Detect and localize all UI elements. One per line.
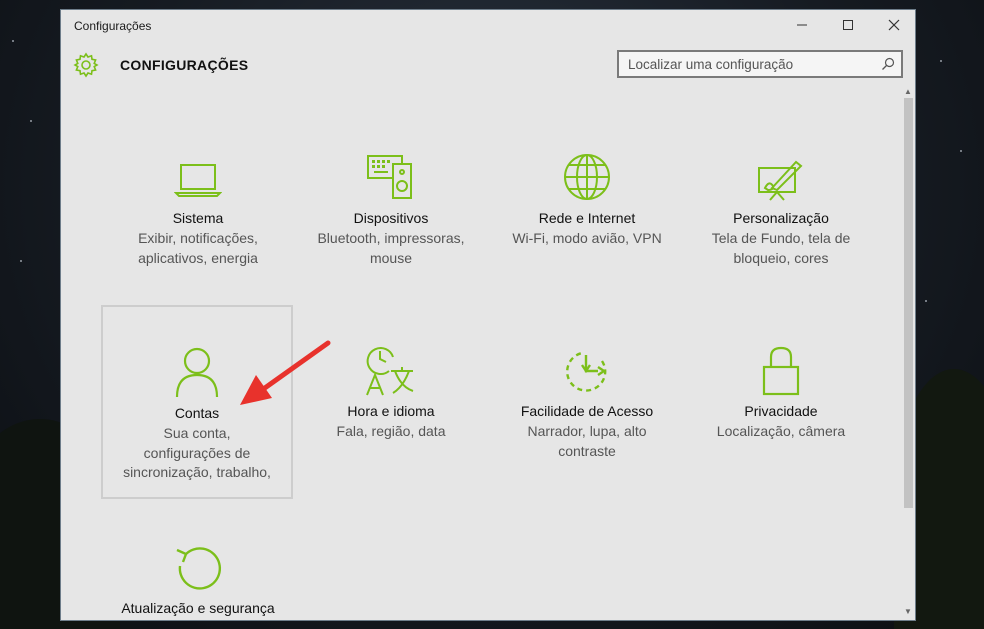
tile-sistema[interactable]: Sistema Exibir, notificações, aplicativos… xyxy=(102,150,294,280)
tile-privacidade[interactable]: Privacidade Localização, câmera xyxy=(685,305,877,499)
lock-icon xyxy=(762,346,800,396)
tile-description: Localização, câmera xyxy=(716,423,846,439)
tile-description: Sua conta, configurações de sincronização,… xyxy=(123,425,271,480)
refresh-icon xyxy=(176,547,222,590)
tile-description: Narrador, lupa, alto contraste xyxy=(527,423,647,459)
laptop-icon xyxy=(174,164,222,197)
globe-icon xyxy=(564,154,610,200)
keyboard-speaker-icon xyxy=(367,155,412,199)
tile-title: Hora e idioma xyxy=(347,403,435,419)
accessibility-clock-icon xyxy=(565,351,607,392)
tile-title: Dispositivos xyxy=(353,210,429,226)
vertical-scrollbar[interactable]: ▲ ▼ xyxy=(902,86,915,620)
tile-facilidade-acesso[interactable]: Facilidade de Acesso Narrador, lupa, alt… xyxy=(491,305,683,499)
minimize-icon xyxy=(797,24,807,26)
tile-title: Facilidade de Acesso xyxy=(520,403,654,419)
tile-personalizacao[interactable]: Personalização Tela de Fundo, tela de blo… xyxy=(685,150,877,280)
maximize-icon xyxy=(843,20,853,30)
tile-title: Contas xyxy=(174,405,220,421)
tile-description: Wi-Fi, modo avião, VPN xyxy=(512,230,662,246)
minimize-button[interactable] xyxy=(779,10,825,40)
close-button[interactable] xyxy=(871,10,915,40)
clock-language-icon xyxy=(366,347,414,396)
person-icon xyxy=(175,347,219,398)
tile-atualizacao-seguranca[interactable]: Atualização e segurança xyxy=(102,530,294,620)
page-title: CONFIGURAÇÕES xyxy=(120,57,249,73)
tile-dispositivos[interactable]: Dispositivos Bluetooth, impressoras, mous… xyxy=(295,150,487,280)
search-icon[interactable] xyxy=(881,57,895,71)
search-box[interactable] xyxy=(617,50,903,78)
tile-rede-internet[interactable]: Rede e Internet Wi-Fi, modo avião, VPN xyxy=(491,150,683,280)
paint-monitor-icon xyxy=(758,160,803,201)
maximize-button[interactable] xyxy=(825,10,871,40)
tile-contas[interactable]: Contas Sua conta, configurações de sincron… xyxy=(101,305,293,499)
tile-description: Bluetooth, impressoras, mouse xyxy=(317,230,465,266)
search-input[interactable] xyxy=(619,52,878,76)
scroll-down-arrow[interactable]: ▼ xyxy=(904,608,912,616)
gear-icon xyxy=(73,52,99,78)
tile-description: Fala, região, data xyxy=(336,423,446,439)
settings-window: Configurações CONFIGURAÇÕES ▲ ▼ xyxy=(60,9,916,621)
tile-title: Privacidade xyxy=(744,403,818,419)
tile-description: Exibir, notificações, aplicativos, energi… xyxy=(138,230,258,266)
tile-title: Atualização e segurança xyxy=(121,600,275,616)
title-bar[interactable]: Configurações xyxy=(61,10,915,40)
tile-title: Personalização xyxy=(733,210,829,226)
scroll-up-arrow[interactable]: ▲ xyxy=(904,88,912,96)
close-icon xyxy=(888,19,900,31)
tile-title: Rede e Internet xyxy=(538,210,636,226)
tile-description: Tela de Fundo, tela de bloqueio, cores xyxy=(711,230,851,266)
tile-title: Sistema xyxy=(172,210,224,226)
window-title: Configurações xyxy=(74,19,152,33)
scrollbar-thumb[interactable] xyxy=(904,98,913,508)
tile-hora-idioma[interactable]: Hora e idioma Fala, região, data xyxy=(295,305,487,499)
